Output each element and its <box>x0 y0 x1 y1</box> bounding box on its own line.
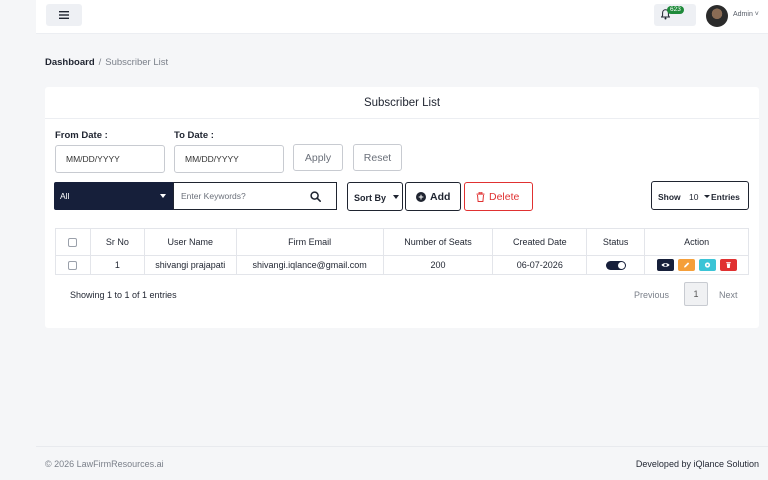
top-navbar: 623 Admin ˅ <box>36 0 768 34</box>
footer-copyright: © 2026 LawFirmResources.ai <box>45 459 164 469</box>
page-title: Subscriber List <box>45 87 759 119</box>
show-label: Show <box>658 192 681 202</box>
apply-button[interactable]: Apply <box>293 144 343 171</box>
table-row: 1 shivangi prajapati shivangi.iqlance@gm… <box>55 255 749 275</box>
breadcrumb: Dashboard / Subscriber List <box>45 57 168 68</box>
category-select[interactable]: All <box>54 182 173 210</box>
breadcrumb-current: Subscriber List <box>105 57 169 68</box>
pagination-summary: Showing 1 to 1 of 1 entries <box>70 290 177 300</box>
hamburger-icon <box>59 11 69 19</box>
cell-sr-no: 1 <box>89 255 145 275</box>
entries-per-page: Show 10 Entries <box>651 181 749 210</box>
cell-user-name: shivangi prajapati <box>143 255 237 275</box>
select-all-checkbox[interactable] <box>68 238 78 248</box>
notification-count-badge: 623 <box>667 6 684 14</box>
footer-developer-credit: Developed by iQlance Solution <box>635 459 759 469</box>
from-date-label: From Date : <box>55 130 108 141</box>
remove-button[interactable] <box>719 259 737 271</box>
eye-icon <box>661 263 670 267</box>
table-header-row: Sr No User Name Firm Email Number of Sea… <box>55 228 749 256</box>
trash-icon <box>725 262 731 268</box>
plus-circle-icon: + <box>416 192 426 202</box>
subscriber-list-card: Subscriber List From Date : To Date : Ap… <box>45 87 759 328</box>
column-header-sr-no[interactable]: Sr No <box>89 228 145 256</box>
sort-by-dropdown[interactable]: Sort By <box>347 182 403 211</box>
cell-seats: 200 <box>382 255 494 275</box>
column-header-user-name[interactable]: User Name <box>143 228 237 256</box>
to-date-label: To Date : <box>174 130 214 141</box>
keyword-search-input[interactable] <box>174 183 304 209</box>
column-header-created-date[interactable]: Created Date <box>492 228 588 256</box>
row-checkbox[interactable] <box>68 261 78 271</box>
sort-by-label: Sort By <box>354 193 387 203</box>
reset-button[interactable]: Reset <box>353 144 402 171</box>
user-avatar[interactable] <box>706 5 728 27</box>
cell-firm-email: shivangi.iqlance@gmail.com <box>235 255 384 275</box>
add-button[interactable]: + Add <box>405 182 461 211</box>
column-header-number-of-seats[interactable]: Number of Seats <box>382 228 494 256</box>
menu-toggle-button[interactable] <box>46 4 82 26</box>
delete-button[interactable]: Delete <box>464 182 533 211</box>
from-date-input[interactable] <box>55 145 165 173</box>
gear-icon <box>704 262 710 268</box>
cell-created-date: 06-07-2026 <box>492 255 588 275</box>
category-select-value: All <box>60 191 70 201</box>
status-toggle[interactable] <box>605 261 626 271</box>
chevron-down-icon <box>393 195 399 199</box>
keyword-search-box <box>173 182 337 210</box>
delete-button-label: Delete <box>489 191 520 203</box>
breadcrumb-dashboard-link[interactable]: Dashboard <box>45 57 95 68</box>
column-header-status: Status <box>586 228 646 256</box>
add-button-label: Add <box>430 191 451 203</box>
user-menu-label[interactable]: Admin ˅ <box>733 11 759 18</box>
trash-icon <box>476 192 485 202</box>
notifications-button[interactable]: 623 <box>654 4 696 26</box>
row-select-cell <box>55 255 91 275</box>
subscriber-table: Sr No User Name Firm Email Number of Sea… <box>55 228 749 275</box>
to-date-input[interactable] <box>174 145 284 173</box>
column-header-firm-email[interactable]: Firm Email <box>235 228 384 256</box>
breadcrumb-separator: / <box>98 57 102 68</box>
select-all-cell <box>55 228 91 256</box>
view-button[interactable] <box>656 259 674 271</box>
cell-actions <box>644 255 749 275</box>
entries-per-page-select[interactable]: 10 <box>689 192 698 202</box>
pagination-next[interactable]: Next <box>719 290 738 300</box>
cell-status <box>586 255 646 275</box>
entries-label: Entries <box>711 192 740 202</box>
pagination-previous[interactable]: Previous <box>634 290 669 300</box>
edit-button[interactable] <box>677 259 695 271</box>
pencil-icon <box>683 262 689 268</box>
column-header-action: Action <box>644 228 749 256</box>
chevron-down-icon[interactable] <box>704 195 710 198</box>
footer: © 2026 LawFirmResources.ai Developed by … <box>36 446 768 480</box>
settings-button[interactable] <box>698 259 716 271</box>
search-icon[interactable] <box>310 191 321 202</box>
chevron-down-icon <box>160 194 166 198</box>
pagination-page-1[interactable]: 1 <box>684 282 708 306</box>
